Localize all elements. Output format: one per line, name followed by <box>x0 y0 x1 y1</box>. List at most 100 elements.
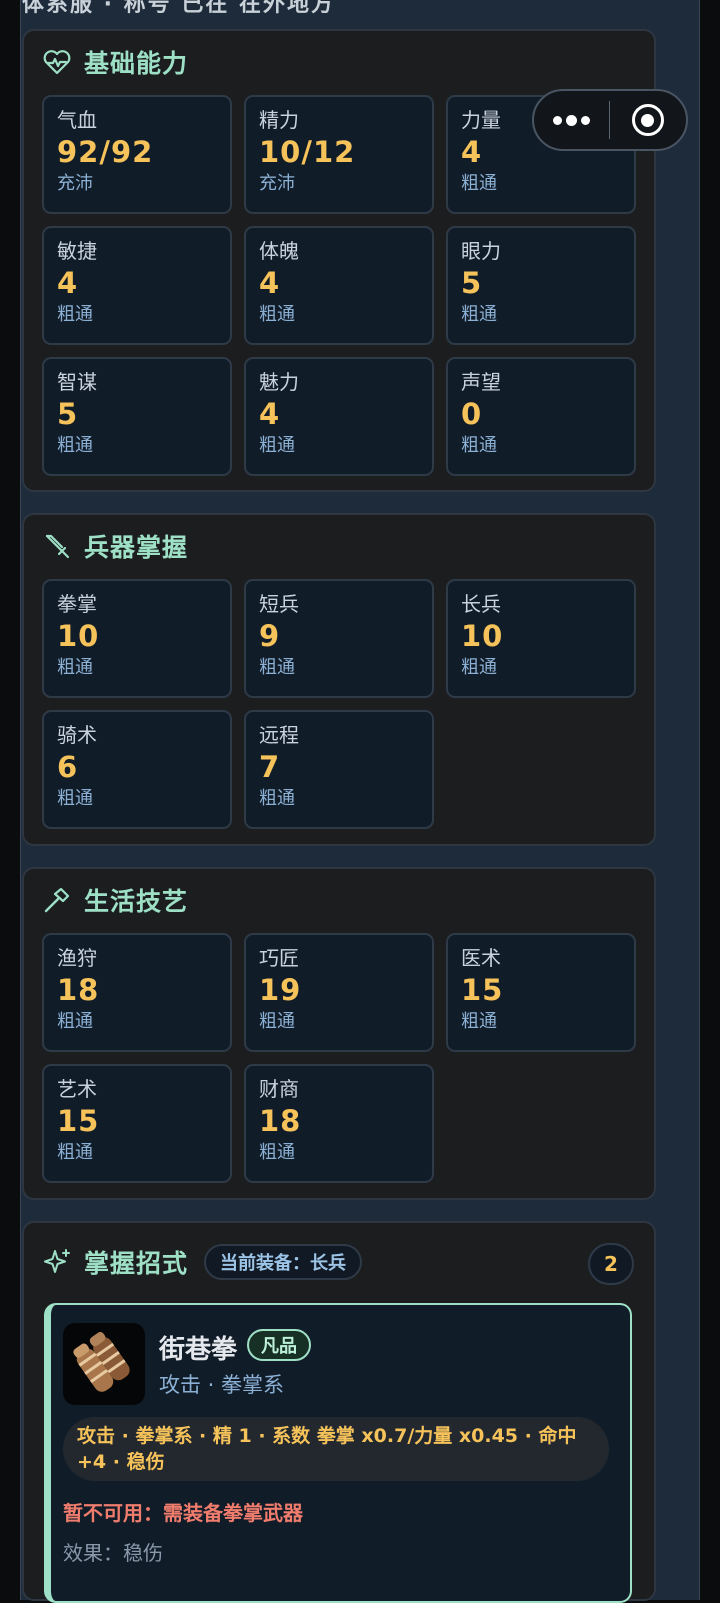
stat-label: 魅力 <box>259 370 299 394</box>
stat-card: 魅力 4 粗通 <box>244 357 434 476</box>
basic-abilities-header: 基础能力 <box>42 45 188 79</box>
stat-card: 短兵 9 粗通 <box>244 579 434 698</box>
stat-value: 6 <box>57 750 79 784</box>
stat-card: 拳掌 10 粗通 <box>42 579 232 698</box>
stat-value: 4 <box>57 266 79 300</box>
stat-label: 体魄 <box>259 239 299 263</box>
moves-count-badge: 2 <box>588 1243 634 1285</box>
heartbeat-icon <box>43 50 71 75</box>
stat-card: 巧匠 19 粗通 <box>244 933 434 1052</box>
stat-value: 9 <box>259 619 281 653</box>
stat-level: 粗通 <box>57 1011 93 1032</box>
stat-level: 粗通 <box>461 435 497 456</box>
moves-header: 掌握招式 当前装备：长兵 <box>42 1244 363 1280</box>
stat-level: 粗通 <box>259 435 295 456</box>
sword-icon <box>45 534 70 559</box>
stat-value: 5 <box>461 266 483 300</box>
stat-label: 气血 <box>57 108 97 132</box>
stat-value: 10 <box>461 619 504 653</box>
hammer-icon <box>44 887 70 913</box>
stat-card: 远程 7 粗通 <box>244 710 434 829</box>
stat-card: 长兵 10 粗通 <box>446 579 636 698</box>
weapon-mastery-header: 兵器掌握 <box>42 529 188 563</box>
stat-value: 10 <box>57 619 100 653</box>
fist-wrap-icon <box>63 1323 145 1405</box>
stat-card: 精力 10/12 充沛 <box>244 95 434 214</box>
stat-level: 粗通 <box>259 788 295 809</box>
stat-value: 92/92 <box>57 135 154 169</box>
stat-card: 体魄 4 粗通 <box>244 226 434 345</box>
stat-card: 气血 92/92 充沛 <box>42 95 232 214</box>
move-card-jiexiangquan[interactable]: 街巷拳 凡品 攻击 · 拳掌系 攻击 · 拳掌系 · 精 1 · 系数 拳掌 x… <box>44 1303 632 1603</box>
section-title: 掌握招式 <box>84 1249 189 1278</box>
stat-value: 4 <box>259 266 281 300</box>
stat-level: 粗通 <box>461 173 497 194</box>
stat-label: 艺术 <box>57 1077 97 1101</box>
stat-level: 充沛 <box>57 173 93 194</box>
equipped-weapon-badge: 当前装备：长兵 <box>204 1244 363 1280</box>
stat-card: 声望 0 粗通 <box>446 357 636 476</box>
stat-label: 巧匠 <box>259 946 299 970</box>
stat-value: 18 <box>259 1104 302 1138</box>
stat-value: 5 <box>57 397 79 431</box>
stat-value: 10/12 <box>259 135 356 169</box>
stat-level: 粗通 <box>57 304 93 325</box>
stat-level: 粗通 <box>461 304 497 325</box>
stat-level: 粗通 <box>57 657 93 678</box>
life-skills-grid: 渔狩 18 粗通 巧匠 19 粗通 医术 15 粗通 艺术 15 粗通 财商 18 粗通 <box>42 933 636 1183</box>
top-cut-text: 体系服 · 称号 已在 在外地方 <box>22 0 335 17</box>
stat-label: 医术 <box>461 946 501 970</box>
stat-label: 精力 <box>259 108 299 132</box>
move-unavailable-warning: 暂不可用：需装备拳掌武器 <box>63 1501 303 1525</box>
stat-value: 15 <box>57 1104 100 1138</box>
stat-level: 粗通 <box>57 1142 93 1163</box>
life-skills-section: 生活技艺 渔狩 18 粗通 巧匠 19 粗通 医术 15 粗通 艺术 15 粗通 财商 18 粗通 <box>22 867 656 1200</box>
section-title: 基础能力 <box>84 49 189 78</box>
basic-abilities-grid: 气血 92/92 充沛 精力 10/12 充沛 力量 4 粗通 敏捷 4 粗通 体魄 4 粗通 眼力 5 粗通 智谋… <box>42 95 636 476</box>
stat-card: 艺术 15 粗通 <box>42 1064 232 1183</box>
stat-value: 15 <box>461 973 504 1007</box>
weapon-mastery-grid: 拳掌 10 粗通 短兵 9 粗通 长兵 10 粗通 骑术 6 粗通 远程 7 粗通 <box>42 579 636 829</box>
sparkle-icon <box>44 1249 70 1273</box>
stat-level: 粗通 <box>259 657 295 678</box>
stat-level: 粗通 <box>461 657 497 678</box>
life-skills-header: 生活技艺 <box>42 883 188 917</box>
stat-card: 财商 18 粗通 <box>244 1064 434 1183</box>
stat-label: 敏捷 <box>57 239 97 263</box>
stat-level: 粗通 <box>57 788 93 809</box>
stat-card: 骑术 6 粗通 <box>42 710 232 829</box>
moves-section: 掌握招式 当前装备：长兵 2 街巷拳 凡品 攻击 · 拳掌系 攻击 · 拳掌系 … <box>22 1221 656 1603</box>
move-name: 街巷拳 <box>159 1335 238 1365</box>
move-effect: 效果：稳伤 <box>63 1541 163 1565</box>
stat-value: 19 <box>259 973 302 1007</box>
stat-label: 财商 <box>259 1077 299 1101</box>
stat-level: 粗通 <box>259 1011 295 1032</box>
stat-label: 远程 <box>259 723 299 747</box>
section-title: 生活技艺 <box>84 887 189 916</box>
stat-value: 4 <box>259 397 281 431</box>
stat-card: 渔狩 18 粗通 <box>42 933 232 1052</box>
stat-level: 粗通 <box>461 1011 497 1032</box>
stat-label: 短兵 <box>259 592 299 616</box>
target-close-icon[interactable] <box>610 91 686 149</box>
stat-label: 长兵 <box>461 592 501 616</box>
more-dots-icon[interactable] <box>534 91 609 149</box>
miniprogram-capsule <box>532 89 688 151</box>
stat-value: 0 <box>461 397 483 431</box>
stat-label: 拳掌 <box>57 592 97 616</box>
move-stats: 攻击 · 拳掌系 · 精 1 · 系数 拳掌 x0.7/力量 x0.45 · 命… <box>63 1417 609 1481</box>
stat-label: 渔狩 <box>57 946 97 970</box>
section-title: 兵器掌握 <box>84 533 189 562</box>
weapon-mastery-section: 兵器掌握 拳掌 10 粗通 短兵 9 粗通 长兵 10 粗通 骑术 6 粗通 远程 7 粗通 <box>22 513 656 846</box>
stat-card: 智谋 5 粗通 <box>42 357 232 476</box>
stat-level: 粗通 <box>259 1142 295 1163</box>
stat-card: 眼力 5 粗通 <box>446 226 636 345</box>
stat-label: 眼力 <box>461 239 501 263</box>
move-type: 攻击 · 拳掌系 <box>159 1373 285 1397</box>
stat-value: 7 <box>259 750 281 784</box>
stat-value: 18 <box>57 973 100 1007</box>
stat-level: 粗通 <box>259 304 295 325</box>
stat-card: 医术 15 粗通 <box>446 933 636 1052</box>
move-grade-badge: 凡品 <box>247 1329 311 1361</box>
stat-label: 声望 <box>461 370 501 394</box>
